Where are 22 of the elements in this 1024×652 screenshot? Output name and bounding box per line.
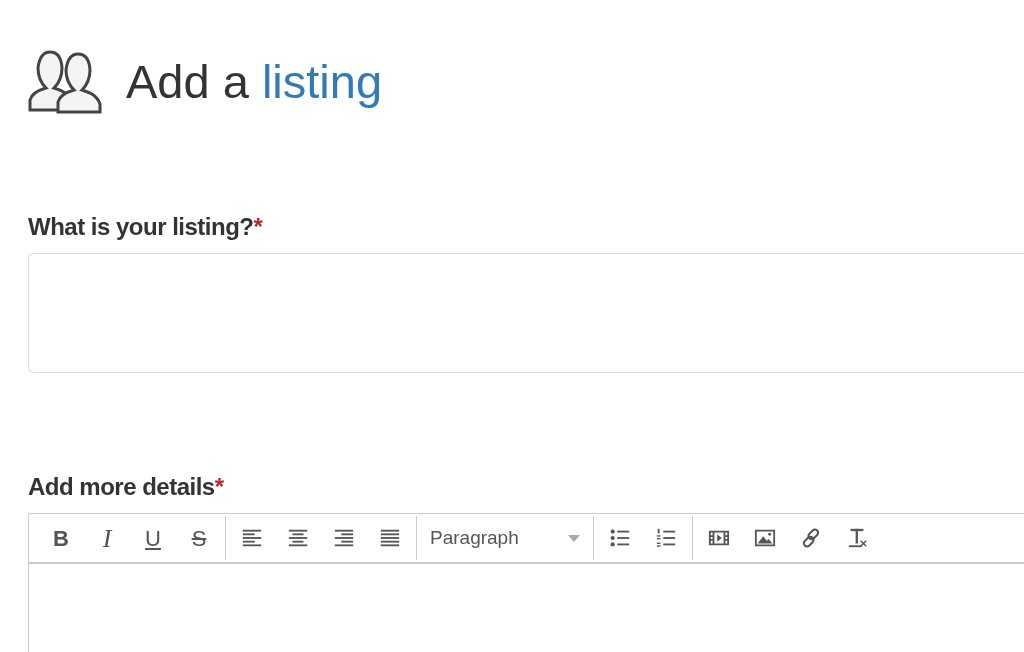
bullet-list-icon[interactable] (609, 527, 631, 549)
field-label: Add more details (28, 473, 215, 500)
italic-button[interactable]: I (84, 520, 130, 556)
image-icon[interactable] (754, 527, 776, 549)
required-mark: * (214, 473, 224, 500)
strikethrough-button[interactable]: S (176, 520, 222, 556)
title-highlight: listing (261, 54, 383, 108)
justify-icon[interactable] (379, 527, 401, 549)
field-label: What is your listing? (28, 213, 254, 240)
link-icon[interactable] (800, 527, 822, 549)
bold-button[interactable]: B (38, 520, 84, 556)
clear-format-icon[interactable] (846, 527, 868, 549)
numbered-list-icon[interactable] (655, 527, 677, 549)
text-input[interactable] (28, 253, 1024, 373)
caret-icon (568, 534, 580, 542)
align-right-icon[interactable] (333, 527, 355, 549)
format-dropdown[interactable]: Paragraph (420, 520, 590, 556)
page-title: Add a (126, 54, 249, 108)
underline-button[interactable]: U (130, 520, 176, 556)
required-mark: * (253, 213, 263, 240)
align-left-icon[interactable] (241, 527, 263, 549)
align-center-icon[interactable] (287, 527, 309, 549)
